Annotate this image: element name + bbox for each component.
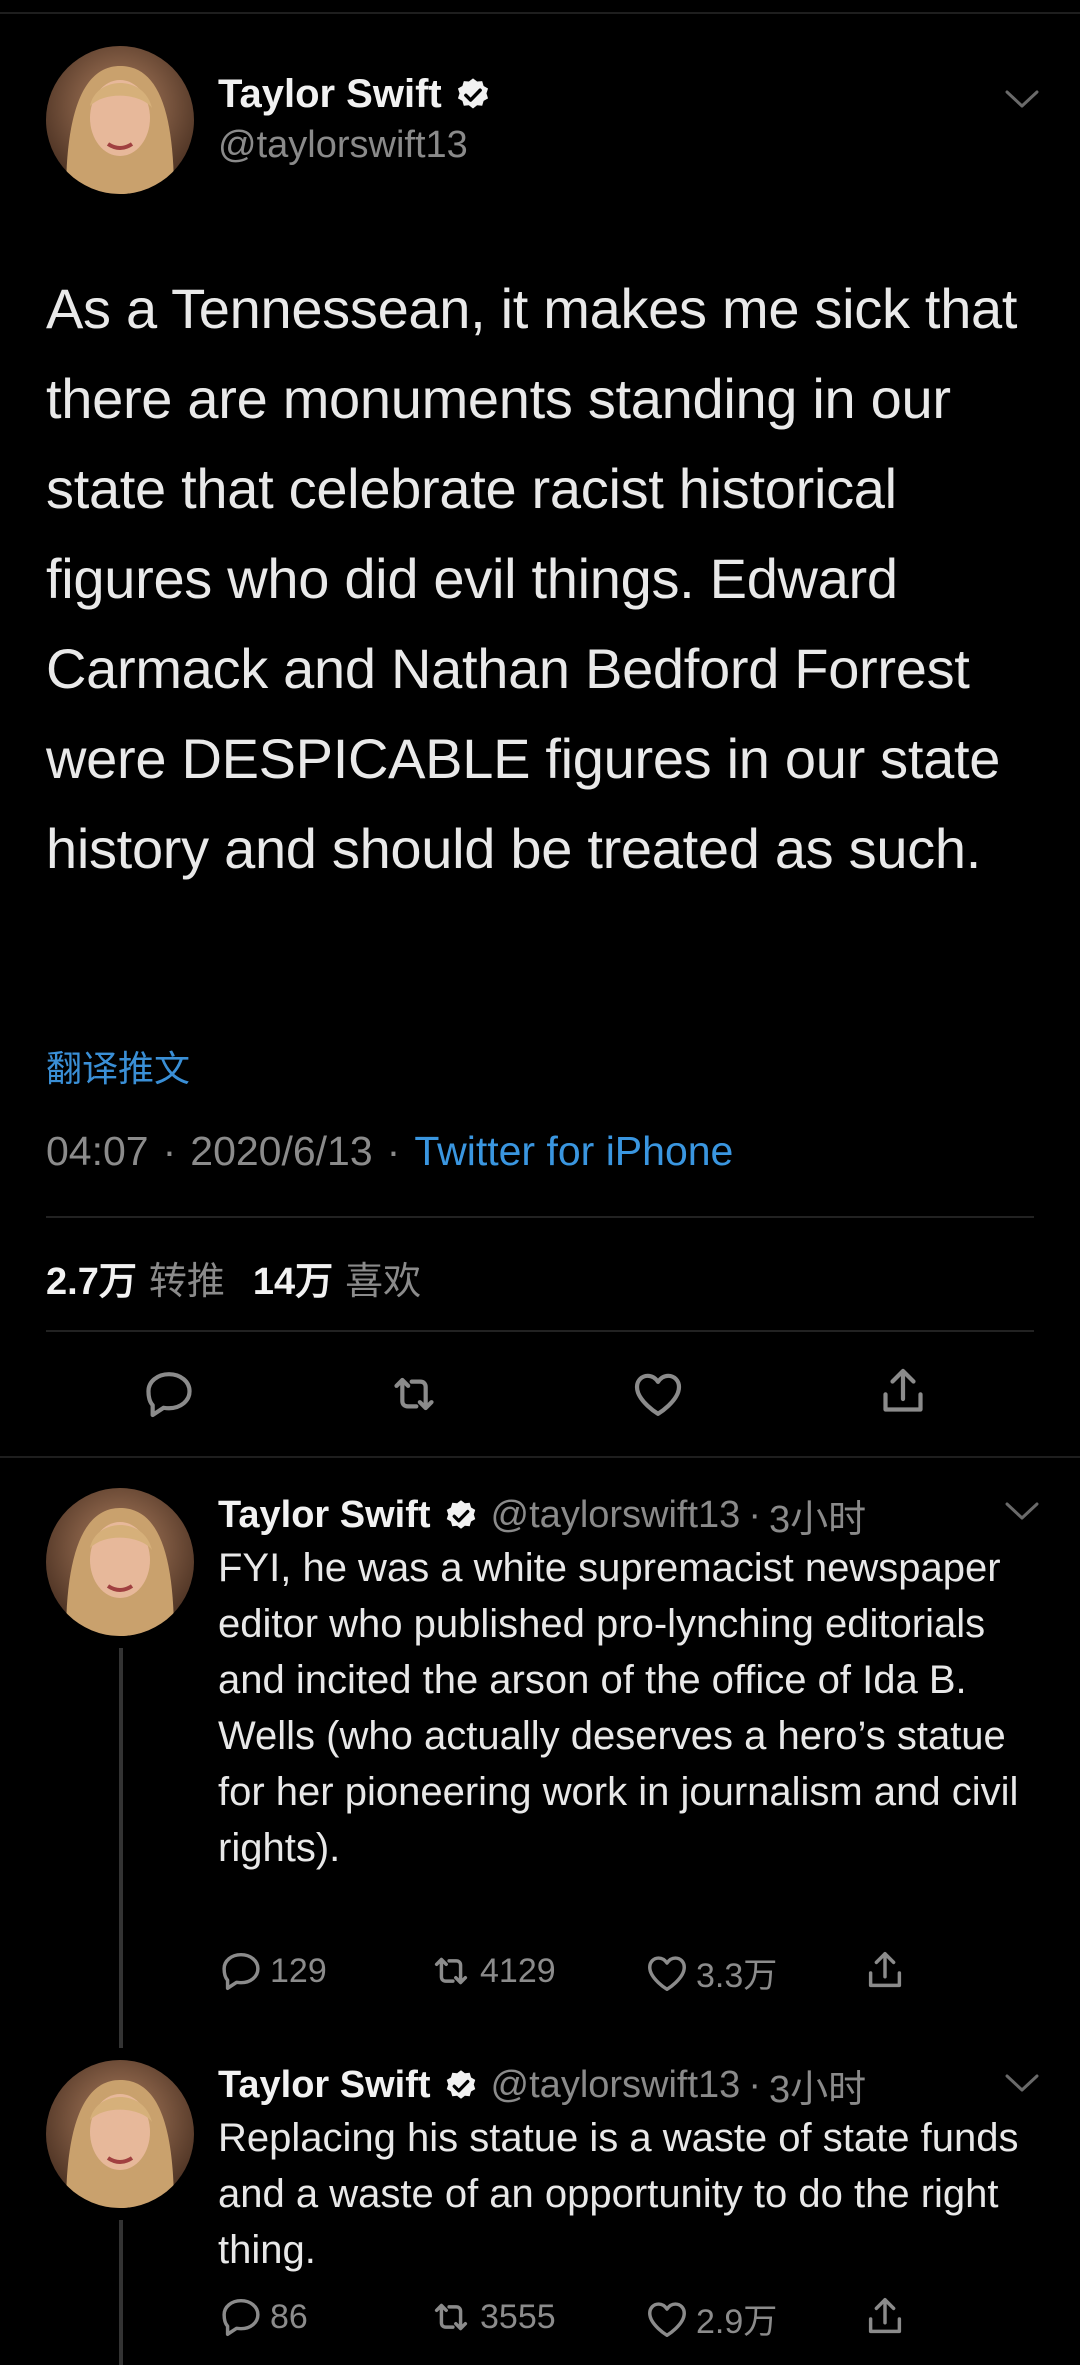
meta-separator: ·	[162, 1128, 177, 1174]
share-button[interactable]	[862, 1948, 908, 1994]
reply-header: Taylor Swift @taylorswift13 · 3小时	[218, 1488, 866, 1543]
reply-button[interactable]: 86	[218, 2294, 308, 2340]
meta-separator: ·	[748, 1494, 761, 1536]
chevron-down-icon[interactable]	[1004, 2072, 1040, 2094]
like-label[interactable]: 喜欢	[345, 1250, 421, 1305]
author-name-text[interactable]: Taylor Swift	[218, 72, 442, 117]
like-icon[interactable]	[630, 1366, 686, 1422]
like-icon	[648, 2301, 686, 2337]
like-icon	[648, 1955, 686, 1991]
like-count: 2.9万	[696, 2303, 778, 2341]
verified-badge-icon	[443, 1498, 479, 1534]
tweet-body: As a Tennessean, it makes me sick that t…	[46, 277, 1018, 880]
retweet-count[interactable]: 2.7万	[46, 1250, 137, 1305]
reply-handle[interactable]: @taylorswift13	[491, 2064, 741, 2107]
reply-time: 3小时	[768, 1499, 867, 1541]
verified-badge-icon	[454, 76, 492, 114]
reply-action-bar: 129 4129 3.3万	[218, 1948, 1018, 1998]
reply-button[interactable]: 129	[218, 1948, 327, 1994]
meta-separator: ·	[748, 2064, 761, 2106]
author-handle[interactable]: @taylorswift13	[218, 124, 468, 167]
retweet-label[interactable]: 转推	[149, 1250, 225, 1305]
author-avatar[interactable]	[46, 46, 194, 194]
divider	[46, 1216, 1034, 1218]
reply-body: Replacing his statue is a waste of state…	[218, 2116, 1019, 2272]
top-divider	[0, 12, 1080, 14]
verified-badge-icon	[443, 2068, 479, 2104]
tweet-time: 04:07	[46, 1128, 149, 1174]
reply-handle[interactable]: @taylorswift13	[491, 1494, 741, 1537]
like-button[interactable]: 3.3万	[644, 1948, 777, 1997]
retweet-icon[interactable]	[386, 1366, 442, 1422]
engagement-stats: 2.7万 转推 14万 喜欢	[46, 1250, 449, 1305]
divider	[46, 1330, 1034, 1332]
reply-icon	[222, 2298, 260, 2336]
thread-line	[119, 2220, 123, 2365]
retweet-count: 4129	[480, 1951, 556, 1990]
reply-count: 129	[270, 1951, 327, 1990]
reply-avatar[interactable]	[46, 2060, 194, 2208]
share-icon	[868, 2298, 902, 2334]
meta-separator: ·	[386, 1128, 401, 1174]
retweet-button[interactable]: 4129	[428, 1948, 556, 1994]
share-icon	[868, 1952, 902, 1988]
tweet-meta: 04:07 · 2020/6/13 · Twitter for iPhone	[46, 1128, 733, 1175]
thread-line	[119, 1648, 123, 2048]
reply-header: Taylor Swift @taylorswift13 · 3小时	[218, 2058, 866, 2113]
tweet-action-bar	[0, 1362, 1080, 1432]
retweet-icon	[434, 1957, 468, 1985]
reply-author-name[interactable]: Taylor Swift	[218, 2064, 431, 2107]
tweet-source-link[interactable]: Twitter for iPhone	[414, 1128, 733, 1175]
reply-icon	[222, 1952, 260, 1990]
section-divider	[0, 1456, 1080, 1458]
reply-action-bar: 86 3555 2.9万	[218, 2294, 1018, 2344]
reply-icon[interactable]	[141, 1366, 197, 1422]
author-name[interactable]: Taylor Swift	[218, 72, 492, 117]
retweet-icon	[434, 2303, 468, 2331]
reply-body: FYI, he was a white supremacist newspape…	[218, 1546, 1019, 1870]
tweet-date: 2020/6/13	[190, 1128, 373, 1174]
share-button[interactable]	[862, 2294, 908, 2340]
retweet-button[interactable]: 3555	[428, 2294, 556, 2340]
reply-author-name[interactable]: Taylor Swift	[218, 1494, 431, 1537]
reply-count: 86	[270, 2297, 308, 2336]
reply-time: 3小时	[768, 2069, 867, 2111]
like-count: 3.3万	[696, 1957, 778, 1995]
reply-avatar[interactable]	[46, 1488, 194, 1636]
retweet-count: 3555	[480, 2297, 556, 2336]
chevron-down-icon[interactable]	[1004, 1500, 1040, 1522]
translate-tweet-link[interactable]: 翻译推文	[46, 1040, 190, 1092]
chevron-down-icon[interactable]	[1004, 88, 1040, 110]
like-count[interactable]: 14万	[253, 1250, 333, 1305]
share-icon[interactable]	[875, 1364, 931, 1420]
like-button[interactable]: 2.9万	[644, 2294, 777, 2343]
